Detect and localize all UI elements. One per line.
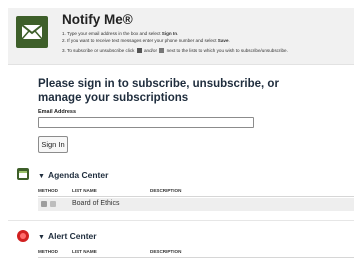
sms-subscribe-icon[interactable] bbox=[50, 201, 56, 207]
agenda-column-header: METHOD LIST NAME DESCRIPTION bbox=[38, 186, 354, 197]
alert-icon bbox=[16, 229, 30, 243]
instruction-line-3: 3. To subscribe or unsubscribe click and… bbox=[62, 48, 288, 54]
caret-down-icon: ▼ bbox=[38, 173, 45, 180]
section-title-agenda-center[interactable]: ▼ Agenda Center bbox=[38, 170, 108, 180]
page-title: Notify Me® bbox=[62, 12, 133, 27]
instruction-line-1: 1. Type your email address in the box an… bbox=[62, 31, 179, 36]
caret-down-icon: ▼ bbox=[38, 234, 45, 241]
instruction-line-2: 2. If you want to receive text messages … bbox=[62, 38, 230, 43]
email-method-icon bbox=[136, 48, 142, 54]
agenda-icon bbox=[16, 167, 30, 181]
alert-column-header: METHOD LIST NAME DESCRIPTION bbox=[38, 247, 354, 258]
email-label: Email Address bbox=[38, 109, 77, 115]
column-method: METHOD bbox=[38, 188, 58, 193]
column-description: DESCRIPTION bbox=[150, 188, 182, 193]
column-method: METHOD bbox=[38, 249, 58, 254]
section-title-alert-center[interactable]: ▼ Alert Center bbox=[38, 231, 97, 241]
email-field[interactable] bbox=[38, 117, 254, 128]
column-list-name: LIST NAME bbox=[72, 249, 97, 254]
column-description: DESCRIPTION bbox=[150, 249, 182, 254]
section-divider bbox=[8, 220, 354, 221]
envelope-icon bbox=[16, 16, 48, 48]
table-row: Board of Ethics bbox=[38, 198, 354, 211]
header-panel bbox=[8, 8, 354, 65]
sms-method-icon bbox=[159, 48, 165, 54]
column-list-name: LIST NAME bbox=[72, 188, 97, 193]
signin-heading: Please sign in to subscribe, unsubscribe… bbox=[38, 78, 279, 104]
email-subscribe-icon[interactable] bbox=[41, 201, 47, 207]
list-name: Board of Ethics bbox=[72, 200, 120, 207]
sign-in-button[interactable]: Sign In bbox=[38, 136, 68, 153]
